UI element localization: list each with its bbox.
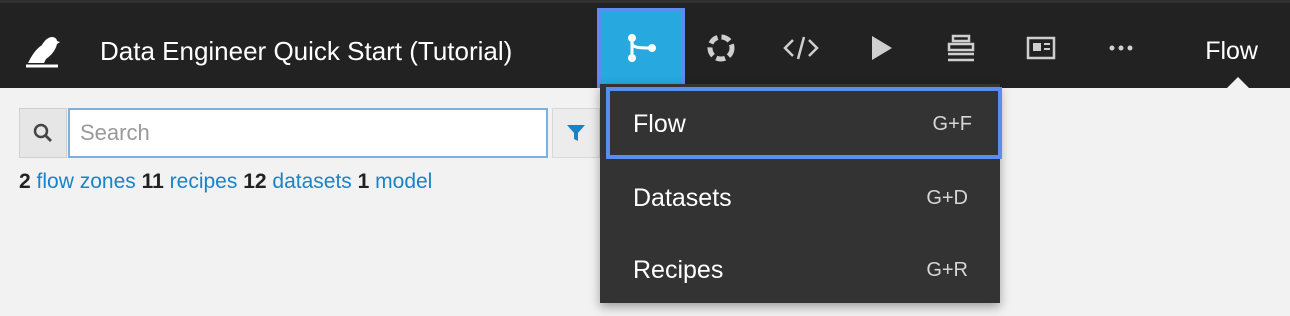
play-icon [872,36,892,60]
flow-dropdown-menu: Flow G+F Datasets G+D Recipes G+R [600,84,1002,305]
menu-item-label: Recipes [633,256,724,284]
section-caret [1227,77,1249,88]
zones-count: 2 [19,170,31,193]
deploy-nav-button[interactable] [921,8,1001,88]
dashboard-nav-button[interactable] [1001,8,1081,88]
more-icon [1109,45,1133,51]
jobs-nav-button[interactable] [841,8,921,88]
filter-button[interactable] [552,108,600,158]
flow-nav-button[interactable] [597,8,685,88]
recipes-link[interactable]: recipes [170,170,238,193]
search-icon [33,123,52,142]
menu-item-recipes[interactable]: Recipes G+R [600,233,1000,305]
current-section-label[interactable]: Flow [1205,33,1258,69]
menu-item-label: Flow [633,110,686,138]
recipes-count: 11 [141,170,164,193]
more-nav-button[interactable] [1081,8,1161,88]
models-link[interactable]: model [375,170,432,193]
circle-icon [707,34,735,62]
datasets-count: 12 [243,170,267,193]
stack-icon [947,34,975,62]
menu-item-shortcut: G+F [932,113,972,135]
menu-item-shortcut: G+D [926,187,968,209]
menu-item-datasets[interactable]: Datasets G+D [600,161,1000,233]
search-button[interactable] [19,108,67,158]
top-navigation-bar: Data Engineer Quick Start (Tutorial) Flo… [0,0,1290,88]
menu-item-shortcut: G+R [926,259,968,281]
flow-summary: 2 flow zones 11 recipes 12 datasets 1 mo… [19,168,432,196]
bird-logo-icon[interactable] [22,33,62,69]
flow-zones-link[interactable]: flow zones [37,170,136,193]
search-input[interactable] [68,108,548,158]
menu-item-label: Datasets [633,184,732,212]
filter-icon [567,125,585,141]
menu-item-flow[interactable]: Flow G+F [606,87,1002,159]
lab-nav-button[interactable] [681,8,761,88]
datasets-link[interactable]: datasets [272,170,351,193]
flow-icon [628,34,656,62]
code-nav-button[interactable] [761,8,841,88]
dashboard-icon [1026,36,1056,60]
code-icon [783,36,819,60]
project-title[interactable]: Data Engineer Quick Start (Tutorial) [100,33,512,69]
models-count: 1 [357,170,370,193]
